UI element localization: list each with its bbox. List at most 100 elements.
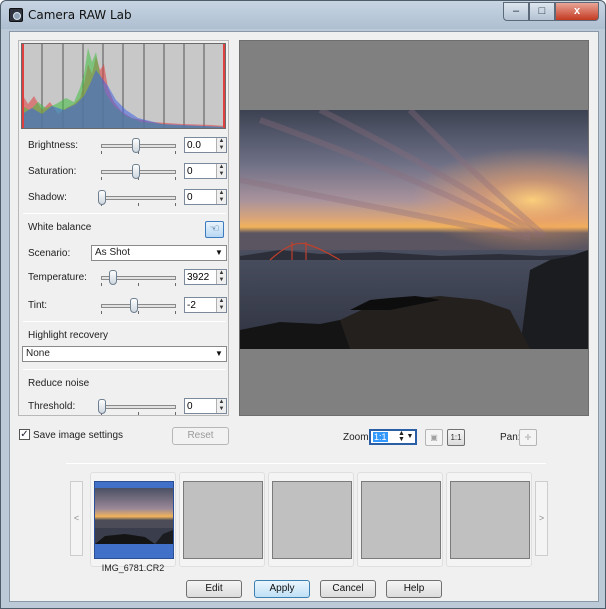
filmstrip-thumbnail-selected[interactable] (90, 472, 176, 567)
histogram-graph (22, 44, 225, 128)
edit-button[interactable]: Edit (186, 580, 242, 598)
saturation-row: Saturation: ▲▼ (19, 161, 230, 183)
fit-to-window-icon: ▣ (430, 433, 438, 442)
threshold-slider-track[interactable] (101, 405, 176, 409)
highlight-recovery-heading: Highlight recovery (28, 330, 109, 341)
chevron-down-icon[interactable]: ▼ (406, 432, 414, 442)
zoom-value[interactable]: 1:1 (373, 432, 388, 442)
divider (23, 369, 226, 370)
threshold-label: Threshold: (28, 401, 76, 412)
brightness-spin-arrows[interactable]: ▲ ▼ (216, 138, 226, 152)
thumbnail-photo (95, 488, 173, 544)
divider (23, 213, 226, 214)
saturation-spin-arrows[interactable]: ▲ ▼ (216, 164, 226, 178)
window-title: Camera RAW Lab (28, 8, 132, 22)
zoom-combobox[interactable]: 1:1 ▲ ▼ ▼ (369, 429, 417, 445)
chevron-down-icon: ▼ (215, 349, 223, 358)
shadow-input[interactable] (187, 191, 215, 203)
brightness-row: Brightness: ▲▼ (19, 135, 230, 157)
dialog-client-area: Brightness: ▲▼ Saturation: ▲▼ (9, 31, 599, 602)
thumbnail-frame (272, 481, 352, 559)
actual-size-icon: 1:1 (450, 433, 462, 442)
title-bar[interactable]: Camera RAW Lab – □ x (1, 1, 605, 29)
pan-cross-icon: ✛ (524, 433, 532, 442)
apply-button[interactable]: Apply (254, 580, 310, 598)
brightness-spinbox[interactable]: ▲▼ (184, 137, 227, 153)
highlight-recovery-value: None (26, 348, 50, 359)
thumbnail-frame (183, 481, 263, 559)
threshold-row: Threshold: ▲▼ (19, 396, 230, 418)
camera-app-icon (9, 8, 23, 22)
tint-spin-arrows[interactable]: ▲ ▼ (216, 298, 226, 312)
saturation-input[interactable] (187, 165, 215, 177)
caption-buttons: – □ x (503, 2, 599, 21)
adjustments-panel: Brightness: ▲▼ Saturation: ▲▼ (18, 40, 229, 416)
tint-ticks (101, 311, 176, 315)
shadow-spin-arrows[interactable]: ▲ ▼ (216, 190, 226, 204)
saturation-spinbox[interactable]: ▲▼ (184, 163, 227, 179)
shadow-slider-track[interactable] (101, 196, 176, 200)
thumbnail-frame (94, 481, 174, 559)
close-button[interactable]: x (555, 2, 599, 21)
shadow-spinbox[interactable]: ▲▼ (184, 189, 227, 205)
separator (66, 463, 546, 464)
filmstrip-prev-button[interactable]: < (70, 481, 83, 556)
shadow-label: Shadow: (28, 192, 67, 203)
thumbnail-frame (450, 481, 530, 559)
filmstrip-thumbnail-empty[interactable] (179, 472, 265, 567)
save-settings-checkbox[interactable]: ✓ (19, 429, 30, 440)
threshold-ticks (101, 412, 176, 416)
shadow-row: Shadow: ▲▼ (19, 187, 230, 209)
filmstrip-thumbnail-empty[interactable] (357, 472, 443, 567)
histogram (21, 43, 226, 129)
scenario-label: Scenario: (28, 248, 71, 259)
white-balance-heading: White balance (28, 222, 92, 233)
save-settings-label: Save image settings (33, 430, 124, 441)
pan-button[interactable]: ✛ (519, 429, 537, 446)
threshold-input[interactable] (187, 400, 215, 412)
filmstrip-next-button[interactable]: > (535, 481, 548, 556)
chevron-down-icon: ▼ (215, 248, 223, 257)
threshold-spin-arrows[interactable]: ▲ ▼ (216, 399, 226, 413)
tint-row: Tint: ▲▼ (19, 295, 230, 317)
filmstrip-thumbnail-empty[interactable] (268, 472, 354, 567)
cancel-button[interactable]: Cancel (320, 580, 376, 598)
tint-slider-thumb[interactable] (130, 298, 138, 313)
temperature-input[interactable] (187, 271, 215, 283)
maximize-button[interactable]: □ (529, 2, 555, 21)
filmstrip-thumbnail-empty[interactable] (446, 472, 532, 567)
temperature-spin-arrows[interactable]: ▲ ▼ (216, 270, 226, 284)
temperature-label: Temperature: (28, 272, 87, 283)
reset-button[interactable]: Reset (172, 427, 229, 445)
threshold-spinbox[interactable]: ▲▼ (184, 398, 227, 414)
brightness-label: Brightness: (28, 140, 79, 151)
shadow-slider-thumb[interactable] (98, 190, 106, 205)
scenario-dropdown[interactable]: As Shot ▼ (91, 245, 227, 261)
white-balance-picker-button[interactable]: ☜ (205, 221, 224, 238)
temperature-spinbox[interactable]: ▲▼ (184, 269, 227, 285)
highlight-recovery-dropdown[interactable]: None ▼ (22, 346, 227, 362)
zoom-spin-arrows[interactable]: ▲ ▼ (398, 430, 405, 443)
pan-label: Pan: (500, 432, 521, 443)
shadow-ticks (101, 203, 176, 207)
minimize-button[interactable]: – (503, 2, 529, 21)
tint-input[interactable] (187, 299, 215, 311)
threshold-slider-thumb[interactable] (98, 399, 106, 414)
preview-photo (240, 110, 588, 349)
thumbnail-filename: IMG_6781.CR2 (101, 563, 165, 573)
brightness-slider-thumb[interactable] (132, 138, 140, 153)
help-button[interactable]: Help (386, 580, 442, 598)
saturation-slider-thumb[interactable] (132, 164, 140, 179)
brightness-input[interactable] (187, 139, 215, 151)
app-window: Camera RAW Lab – □ x Brightness: 0.0 ▲ ▼… (0, 0, 606, 609)
tint-spinbox[interactable]: ▲▼ (184, 297, 227, 313)
temperature-slider-thumb[interactable] (109, 270, 117, 285)
tint-slider-track[interactable] (101, 304, 176, 308)
image-preview[interactable] (239, 40, 589, 416)
saturation-label: Saturation: (28, 166, 77, 177)
reduce-noise-heading: Reduce noise (28, 378, 90, 389)
zoom-label: Zoom: (343, 432, 372, 443)
tint-label: Tint: (28, 300, 48, 311)
fit-to-window-button[interactable]: ▣ (425, 429, 443, 446)
actual-size-button[interactable]: 1:1 (447, 429, 465, 446)
